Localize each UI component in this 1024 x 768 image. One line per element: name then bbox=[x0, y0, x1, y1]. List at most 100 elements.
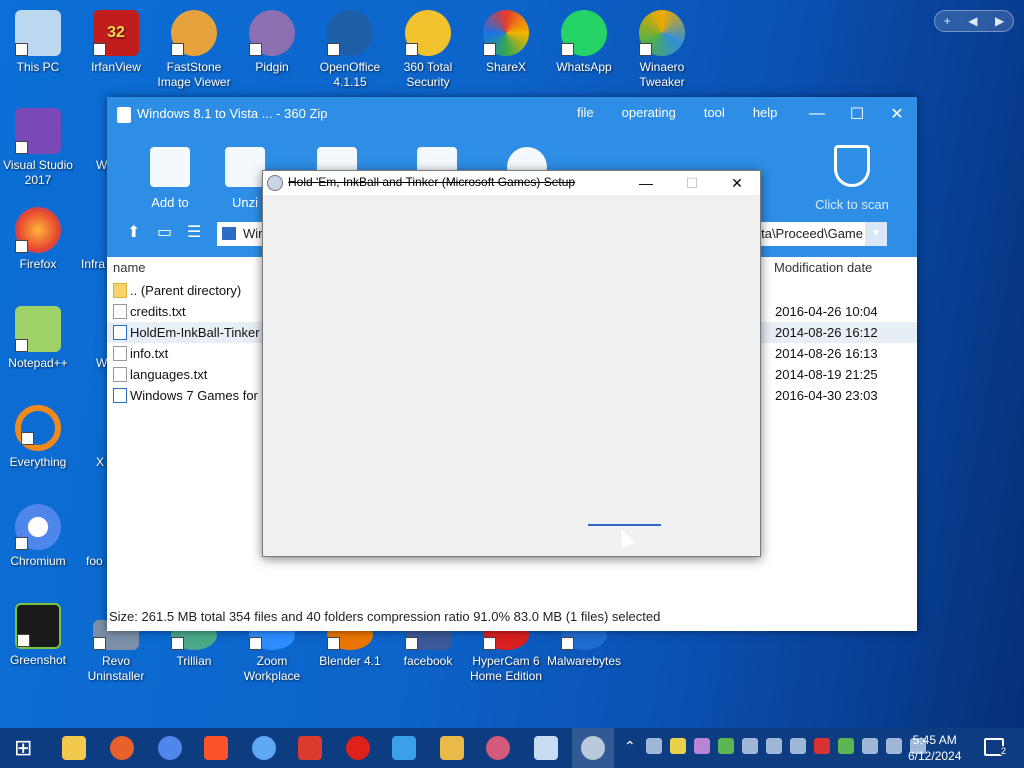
zip-window-controls: — ☐ ✕ bbox=[797, 97, 917, 131]
greenshot-icon bbox=[15, 603, 61, 649]
visual-studio-icon bbox=[15, 108, 61, 154]
file-name: HoldEm-InkBall-Tinker bbox=[130, 325, 260, 340]
add-to-label: Add to bbox=[151, 195, 189, 210]
column-name[interactable]: name bbox=[113, 260, 146, 275]
desktop-icon-label: Malwarebytes bbox=[546, 654, 622, 668]
tray-icon[interactable] bbox=[862, 738, 878, 754]
view-list-icon[interactable]: ☰ bbox=[187, 225, 207, 241]
address-right: ista\Proceed\Game bbox=[751, 226, 863, 241]
desktop-icon-label: Notepad++ bbox=[8, 356, 68, 370]
desktop-icon-label: X bbox=[96, 455, 105, 469]
menu-operating[interactable]: operating bbox=[622, 105, 676, 120]
minimize-button[interactable]: — bbox=[623, 171, 669, 195]
installer-file-icon bbox=[113, 388, 127, 403]
windows-start-icon[interactable]: ⊞ bbox=[14, 736, 38, 760]
desktop-icon-whatsapp[interactable]: WhatsApp bbox=[546, 10, 622, 75]
maximize-button[interactable]: ☐ bbox=[837, 97, 877, 131]
setup-dialog-title: Hold 'Em, InkBall and Tinker (Microsoft … bbox=[288, 175, 576, 189]
view-thumbnail-icon[interactable]: ▭ bbox=[157, 225, 177, 241]
desktop-icon-irfanview[interactable]: 32 IrfanView bbox=[78, 10, 154, 75]
desktop-icon-partial-foo[interactable]: foo bbox=[78, 504, 108, 569]
click-to-scan-button[interactable]: Click to scan bbox=[807, 145, 897, 212]
whatsapp-icon bbox=[561, 10, 607, 56]
menu-help[interactable]: help bbox=[753, 105, 778, 120]
desktop-icon-sharex[interactable]: ShareX bbox=[468, 10, 544, 75]
folder-icon bbox=[113, 283, 127, 298]
opera-icon[interactable] bbox=[346, 736, 370, 760]
close-button[interactable]: ✕ bbox=[714, 171, 760, 195]
desktop-icon-openoffice[interactable]: OpenOffice 4.1.15 bbox=[312, 10, 388, 90]
close-button[interactable]: ✕ bbox=[877, 97, 917, 131]
settings-icon[interactable] bbox=[486, 736, 510, 760]
desktop-icon-360-total-security[interactable]: 360 Total Security bbox=[390, 10, 466, 90]
chromium-icon[interactable] bbox=[158, 736, 182, 760]
tray-icon[interactable] bbox=[694, 738, 710, 754]
desktop-icon-pidgin[interactable]: Pidgin bbox=[234, 10, 310, 75]
tray-icon[interactable] bbox=[766, 738, 782, 754]
desktop-icon-everything[interactable]: Everything bbox=[0, 405, 76, 470]
clock-time: 5:45 AM bbox=[912, 733, 957, 747]
firefox-icon[interactable] bbox=[110, 736, 134, 760]
taskbar-active-app[interactable] bbox=[572, 728, 614, 768]
openoffice-icon bbox=[327, 10, 373, 56]
file-date: 2014-08-26 16:13 bbox=[775, 346, 878, 361]
this-pc-icon bbox=[15, 10, 61, 56]
installer-file-icon bbox=[113, 325, 127, 340]
brave-icon[interactable] bbox=[204, 736, 228, 760]
wps-icon[interactable] bbox=[298, 736, 322, 760]
desktop-icon-partial-x[interactable]: X bbox=[78, 405, 108, 470]
chevron-up-icon[interactable]: ⌃ bbox=[624, 738, 636, 755]
desktop-icon-label: W bbox=[96, 158, 108, 172]
chevron-left-icon[interactable]: ◀ bbox=[968, 14, 977, 28]
file-date: 2014-08-26 16:12 bbox=[775, 325, 878, 340]
chevron-right-icon[interactable]: ▶ bbox=[995, 14, 1004, 28]
desktop-icon-greenshot[interactable]: Greenshot bbox=[0, 603, 76, 668]
desktop-icon-partial-w1[interactable]: W bbox=[78, 108, 108, 173]
desktop-icon-label: Winaero Tweaker bbox=[639, 60, 685, 89]
desktop-icon-firefox[interactable]: Firefox bbox=[0, 207, 76, 272]
up-arrow-icon[interactable]: ⬆ bbox=[127, 225, 147, 241]
add-desktop-icon[interactable]: + bbox=[944, 14, 951, 28]
desktop-icon-partial-infra[interactable]: Infra bbox=[78, 207, 108, 272]
desktop-icon-chromium[interactable]: Chromium bbox=[0, 504, 76, 569]
taskbar-clock[interactable]: 5:45 AM 6/12/2024 bbox=[908, 732, 961, 764]
text-file-icon bbox=[113, 346, 127, 361]
desktop-icon-label: Trillian bbox=[176, 654, 212, 668]
minimize-button[interactable]: — bbox=[797, 97, 837, 131]
scan-label: Click to scan bbox=[815, 197, 889, 212]
desktop-icon-this-pc[interactable]: This PC bbox=[0, 10, 76, 75]
tray-icon[interactable] bbox=[814, 738, 830, 754]
column-modification-date[interactable]: Modification date bbox=[774, 260, 872, 275]
desktop-icon-visual-studio[interactable]: Visual Studio 2017 bbox=[0, 108, 76, 188]
window-icon[interactable] bbox=[534, 736, 558, 760]
file-explorer-icon[interactable] bbox=[62, 736, 86, 760]
thunderbird-icon[interactable] bbox=[252, 736, 276, 760]
irfanview-icon: 32 bbox=[93, 10, 139, 56]
network-icon[interactable] bbox=[886, 738, 902, 754]
desktop-icon-winaero-tweaker[interactable]: Winaero Tweaker bbox=[624, 10, 700, 90]
everything-icon bbox=[15, 405, 61, 451]
virtual-desktop-switcher[interactable]: + ◀ ▶ bbox=[934, 10, 1014, 32]
desktop-icon-label: Firefox bbox=[19, 257, 57, 271]
firefox-icon bbox=[15, 207, 61, 253]
mouse-cursor-icon bbox=[614, 525, 636, 549]
tray-icon[interactable] bbox=[742, 738, 758, 754]
desktop-icon-label: OpenOffice 4.1.15 bbox=[319, 60, 381, 89]
notification-center-icon[interactable]: 2 bbox=[984, 738, 1008, 756]
desktop-icon-partial-w2[interactable]: W bbox=[78, 306, 108, 371]
menu-file[interactable]: file bbox=[577, 105, 594, 120]
menu-tool[interactable]: tool bbox=[704, 105, 725, 120]
archive-icon[interactable] bbox=[440, 736, 464, 760]
tray-icon[interactable] bbox=[790, 738, 806, 754]
chevron-down-icon[interactable]: ▼ bbox=[865, 222, 887, 246]
add-to-button[interactable]: Add to bbox=[130, 147, 210, 210]
tray-icon[interactable] bbox=[646, 738, 662, 754]
tray-icon[interactable] bbox=[718, 738, 734, 754]
tray-icon[interactable] bbox=[838, 738, 854, 754]
desktop-icon-faststone[interactable]: FastStone Image Viewer bbox=[156, 10, 232, 90]
desktop-icon-label: Infra bbox=[81, 257, 106, 271]
tool-icon[interactable] bbox=[392, 736, 416, 760]
tray-icon[interactable] bbox=[670, 738, 686, 754]
desktop-icon-label: W bbox=[96, 356, 108, 370]
desktop-icon-notepad-plus-plus[interactable]: Notepad++ bbox=[0, 306, 76, 371]
